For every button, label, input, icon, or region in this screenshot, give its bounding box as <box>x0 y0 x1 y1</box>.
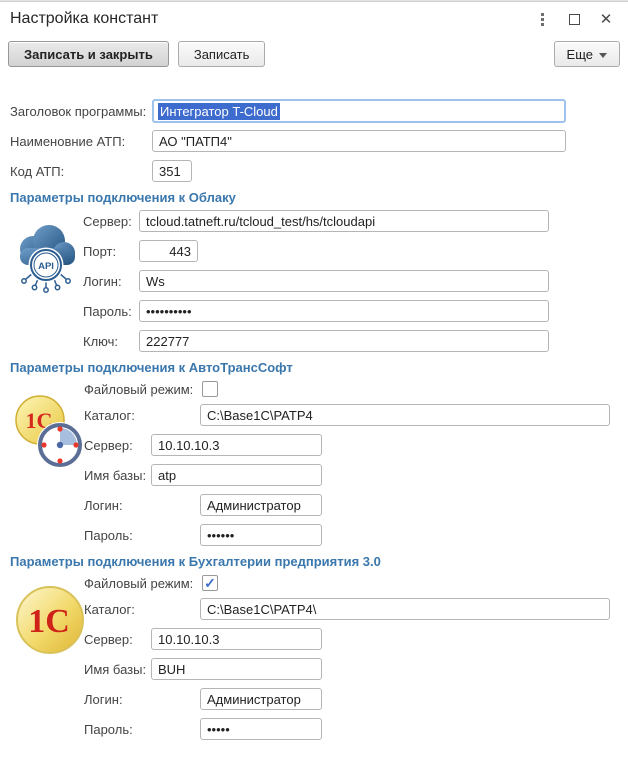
app-title-selected-text: Интегратор T-Cloud <box>158 102 280 120</box>
maximize-icon <box>568 13 580 25</box>
more-button-label: Еще <box>566 46 593 62</box>
buh-login-input[interactable] <box>200 688 322 710</box>
cloud-key-input[interactable] <box>139 330 549 352</box>
form-row-ats-filemode: Файловый режим: <box>84 380 618 398</box>
form-row-app-title: Заголовок программы: Интегратор T-Cloud <box>10 99 618 123</box>
maximize-button[interactable] <box>562 8 586 30</box>
section-title-cloud: Параметры подключения к Облаку <box>10 190 236 205</box>
1c-clock-icon: 1С <box>15 395 83 468</box>
buh-password-input[interactable] <box>200 718 322 740</box>
ats-dbname-input[interactable] <box>151 464 322 486</box>
form-row-cloud-port: Порт: <box>83 240 618 262</box>
save-and-close-button[interactable]: Записать и закрыть <box>8 41 169 67</box>
buh-catalog-label: Каталог: <box>84 601 135 617</box>
buh-password-label: Пароль: <box>84 721 133 737</box>
cloud-port-label: Порт: <box>83 243 117 259</box>
api-icon-text: API <box>38 261 54 272</box>
form-row-buh-login: Логин: <box>84 688 618 710</box>
ats-password-input[interactable] <box>200 524 322 546</box>
form-row-atp-code: Код АТП: <box>10 160 618 182</box>
window-title: Настройка констант <box>10 10 159 27</box>
cloud-server-input[interactable] <box>139 210 549 232</box>
form-row-buh-dbname: Имя базы: <box>84 658 618 680</box>
ats-password-label: Пароль: <box>84 527 133 543</box>
save-button[interactable]: Записать <box>177 41 266 67</box>
ats-filemode-label: Файловый режим: <box>84 381 194 397</box>
cloud-port-input[interactable] <box>139 240 198 262</box>
form-row-buh-catalog: Каталог: <box>84 598 618 620</box>
cloud-server-label: Сервер: <box>83 213 132 229</box>
atp-name-label: Наименовние АТП: <box>10 133 126 149</box>
form-row-cloud-key: Ключ: <box>83 330 618 352</box>
ats-catalog-label: Каталог: <box>84 407 135 423</box>
toolbar: Записать и закрыть Записать Еще <box>0 36 628 78</box>
ats-login-input[interactable] <box>200 494 322 516</box>
ats-filemode-checkbox[interactable] <box>202 381 218 397</box>
section-ats: 1С Файловый режим: Каталог: Сервер: <box>10 380 618 546</box>
close-icon: ✕ <box>599 10 613 28</box>
form-row-ats-catalog: Каталог: <box>84 404 618 426</box>
form-row-buh-server: Сервер: <box>84 628 618 650</box>
ats-catalog-input[interactable] <box>200 404 610 426</box>
form-row-ats-password: Пароль: <box>84 524 618 546</box>
ats-server-label: Сервер: <box>84 437 133 453</box>
section-title-ats: Параметры подключения к АвтоТрансСофт <box>10 360 293 375</box>
cloud-password-label: Пароль: <box>83 303 132 319</box>
constants-form: Заголовок программы: Интегратор T-Cloud … <box>0 78 628 740</box>
cloud-api-icon: API <box>20 225 75 293</box>
section-cloud: API Сервер: Порт: Логин: Пароль: Ключ: <box>10 210 618 352</box>
form-row-ats-server: Сервер: <box>84 434 618 456</box>
buh-dbname-label: Имя базы: <box>84 661 147 677</box>
form-row-buh-password: Пароль: <box>84 718 618 740</box>
buh-server-label: Сервер: <box>84 631 133 647</box>
form-row-cloud-login: Логин: <box>83 270 618 292</box>
atp-name-input[interactable] <box>152 130 566 152</box>
chevron-down-icon <box>599 52 607 58</box>
section-buh: 1С Файловый режим: ✓ Каталог: Сервер: Им… <box>10 574 618 740</box>
cloud-login-input[interactable] <box>139 270 549 292</box>
ats-dbname-label: Имя базы: <box>84 467 147 483</box>
form-row-cloud-password: Пароль: <box>83 300 618 322</box>
window-controls: ✕ <box>530 8 618 30</box>
ats-login-label: Логин: <box>84 497 123 513</box>
section-title-buh: Параметры подключения к Бухгалтерии пред… <box>10 554 381 569</box>
form-row-atp-name: Наименовние АТП: <box>10 130 618 152</box>
close-button[interactable]: ✕ <box>594 8 618 30</box>
app-title-input[interactable]: Интегратор T-Cloud <box>152 99 566 123</box>
1c-icon: 1С <box>16 586 84 654</box>
cloud-key-label: Ключ: <box>83 333 119 349</box>
form-row-ats-login: Логин: <box>84 494 618 516</box>
buh-filemode-checkbox[interactable]: ✓ <box>202 575 218 591</box>
form-row-cloud-server: Сервер: <box>83 210 618 232</box>
window-options-icon[interactable] <box>530 8 554 30</box>
more-button[interactable]: Еще <box>553 41 620 67</box>
buh-login-label: Логин: <box>84 691 123 707</box>
atp-code-label: Код АТП: <box>10 163 65 179</box>
title-bar: Настройка констант ✕ <box>0 2 628 36</box>
kebab-dots-icon <box>540 12 544 26</box>
buh-catalog-input[interactable] <box>200 598 610 620</box>
form-row-buh-filemode: Файловый режим: ✓ <box>84 574 618 592</box>
buh-server-input[interactable] <box>151 628 322 650</box>
buh-dbname-input[interactable] <box>151 658 322 680</box>
app-title-label: Заголовок программы: <box>10 103 147 119</box>
atp-code-input[interactable] <box>152 160 192 182</box>
cloud-login-label: Логин: <box>83 273 122 289</box>
1c-logo-text-buh: 1С <box>28 603 70 640</box>
form-row-ats-dbname: Имя базы: <box>84 464 618 486</box>
buh-filemode-check-glyph: ✓ <box>204 575 216 591</box>
buh-filemode-label: Файловый режим: <box>84 575 194 591</box>
cloud-password-input[interactable] <box>139 300 549 322</box>
ats-server-input[interactable] <box>151 434 322 456</box>
